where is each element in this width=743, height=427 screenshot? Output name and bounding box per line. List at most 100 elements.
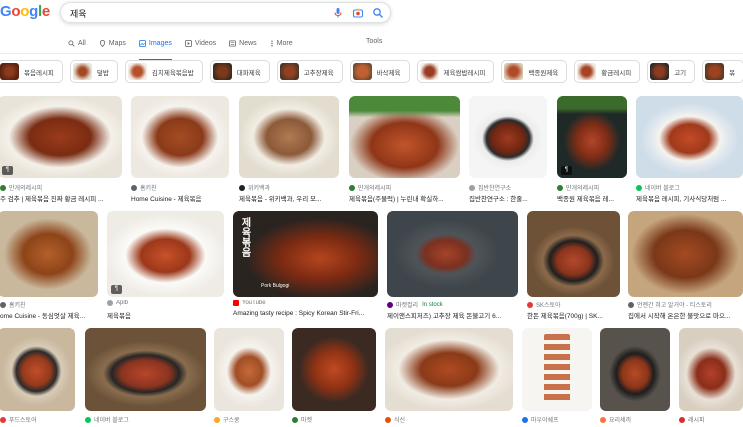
chip-thumbnail xyxy=(419,63,439,80)
result-thumbnail[interactable] xyxy=(292,328,376,411)
result-thumbnail[interactable] xyxy=(239,96,339,178)
result-thumbnail[interactable] xyxy=(107,211,224,297)
result-title[interactable]: 백종원 제육볶음 레... xyxy=(557,193,627,203)
result-source: SK스토아 xyxy=(527,300,620,309)
result-title[interactable]: Home Cuisine - 제육볶음 xyxy=(131,193,229,203)
favicon-icon xyxy=(557,184,563,191)
related-chips: 볶음레시피 덮밥 김치제육볶음밥 대파제육 고추장제육 바삭제육 제육쌈밥레시피… xyxy=(0,60,743,83)
result-thumbnail[interactable] xyxy=(636,96,743,178)
tab-images[interactable]: Images xyxy=(138,37,172,61)
result-thumbnail[interactable] xyxy=(527,211,620,297)
result-thumbnail[interactable] xyxy=(522,328,592,411)
result-title[interactable]: 집에서 시작해 온은한 불맛으로 마으... xyxy=(628,310,743,320)
chip-thumbnail xyxy=(504,63,524,80)
result-title[interactable]: 제육볶음 - 위키백과, 우리 모... xyxy=(239,193,339,203)
result-title[interactable]: 제육볶음(주물럭) | 누린내 확실하... xyxy=(349,193,460,203)
chip-related-search[interactable]: 김치제육볶음밥 xyxy=(124,60,203,83)
chip-thumbnail xyxy=(0,63,19,80)
result-title[interactable]: ome Cuisine - 동심엇살 제육... xyxy=(0,310,98,320)
result-thumbnail[interactable] xyxy=(214,328,284,411)
chip-related-search[interactable]: 고기 xyxy=(647,60,696,83)
result-thumbnail[interactable] xyxy=(600,328,670,411)
tabs-divider xyxy=(0,53,743,54)
result-thumbnail[interactable] xyxy=(0,328,75,411)
product-badge-icon: ¶ xyxy=(561,166,572,175)
result-source: 만개의레시피 xyxy=(349,183,460,192)
favicon-icon xyxy=(214,416,220,423)
tab-more[interactable]: More xyxy=(270,37,293,49)
result-thumbnail[interactable] xyxy=(85,328,206,411)
result-source: 만개의레시피 xyxy=(557,183,627,192)
result-thumbnail[interactable] xyxy=(0,211,98,297)
chip-thumbnail xyxy=(705,63,725,80)
result-title[interactable]: 한돈 제육볶음(700g) | SK... xyxy=(527,310,620,320)
tab-maps[interactable]: Maps xyxy=(99,37,126,49)
tab-news[interactable]: News xyxy=(229,37,257,49)
result-thumbnail[interactable] xyxy=(385,328,513,411)
result-title[interactable]: 제이앤스피저즈) 고추장 제육 돈불고기 6... xyxy=(387,310,518,320)
result-source: 만개의레시피 xyxy=(0,183,124,192)
chip-related-search[interactable]: 고추장제육 xyxy=(276,60,343,83)
chip-related-search[interactable]: 백종원제육 xyxy=(501,60,568,83)
result-thumbnail[interactable] xyxy=(0,96,122,178)
favicon-icon xyxy=(679,416,685,423)
video-tag: Pork Bulgogi xyxy=(261,283,290,289)
microphone-icon[interactable] xyxy=(332,7,344,19)
chip-related-search[interactable]: 볶음레시피 xyxy=(0,60,63,83)
result-thumbnail[interactable]: 제육볶음 Pork Bulgogi xyxy=(233,211,378,297)
favicon-icon xyxy=(349,184,355,191)
result-thumbnail[interactable] xyxy=(349,96,460,178)
favicon-icon xyxy=(0,301,6,308)
favicon-icon xyxy=(239,184,245,191)
product-badge-icon: ¶ xyxy=(111,285,122,294)
result-title[interactable]: 집반찬연구소 : 한줄... xyxy=(469,193,547,203)
google-logo[interactable]: Google xyxy=(0,3,50,20)
result-source: 식신 xyxy=(385,415,513,424)
result-source: 홈키친 xyxy=(131,183,229,192)
result-title[interactable]: 제육볶음 레시피, 기사식당처럼 ... xyxy=(636,193,743,203)
result-source: YouTube xyxy=(233,300,378,306)
result-thumbnail[interactable] xyxy=(628,211,743,297)
result-thumbnail[interactable] xyxy=(387,211,518,297)
result-thumbnail[interactable] xyxy=(131,96,229,178)
news-icon xyxy=(229,39,237,47)
result-source: 언젠간 혀고 알거야 - 티스토리 xyxy=(628,300,743,309)
result-title[interactable]: Amazing tasty recipe : Spicy Korean Stir… xyxy=(233,310,378,317)
search-icon[interactable] xyxy=(372,7,384,19)
favicon-icon xyxy=(628,301,634,308)
result-thumbnail[interactable] xyxy=(469,96,547,178)
tab-all[interactable]: All xyxy=(68,37,86,49)
result-source: 네이버 블로그 xyxy=(85,415,206,424)
result-thumbnail[interactable] xyxy=(679,328,743,411)
favicon-icon xyxy=(292,416,298,423)
chip-related-search[interactable]: 볶 xyxy=(702,60,743,83)
tools-button[interactable]: Tools xyxy=(366,38,382,45)
result-source: 푸드스토어 xyxy=(0,415,75,424)
result-source: 홈키친 xyxy=(0,300,98,309)
result-title[interactable]: 제육볶음 xyxy=(107,310,224,320)
result-source: 네이버 블로그 xyxy=(636,183,743,192)
favicon-icon xyxy=(387,301,393,308)
youtube-icon xyxy=(233,300,239,306)
result-title[interactable]: 주 검추 | 제육볶음 진짜 황금 레시피 ... xyxy=(0,193,124,203)
favicon-icon xyxy=(385,416,391,423)
result-source: 위키백과 xyxy=(239,183,339,192)
chip-related-search[interactable]: 대파제육 xyxy=(209,60,270,83)
search-box[interactable] xyxy=(60,2,391,23)
result-source: 레시피 xyxy=(679,415,743,424)
chip-related-search[interactable]: 황금레시피 xyxy=(574,60,641,83)
favicon-icon xyxy=(636,184,642,191)
result-source: 집반찬연구소 xyxy=(469,183,547,192)
search-input[interactable] xyxy=(70,6,310,20)
chip-related-search[interactable]: 제육쌈밥레시피 xyxy=(416,60,495,83)
tab-videos[interactable]: Videos xyxy=(185,37,216,49)
favicon-icon xyxy=(107,300,113,306)
chip-thumbnail xyxy=(650,63,670,80)
chip-thumbnail xyxy=(352,63,372,80)
chip-related-search[interactable]: 바삭제육 xyxy=(349,60,410,83)
recipe-card-image xyxy=(544,334,570,404)
favicon-icon xyxy=(131,184,137,191)
result-source: 구스쿵 xyxy=(214,415,284,424)
camera-icon[interactable] xyxy=(352,7,364,19)
chip-related-search[interactable]: 덮밥 xyxy=(69,60,118,83)
